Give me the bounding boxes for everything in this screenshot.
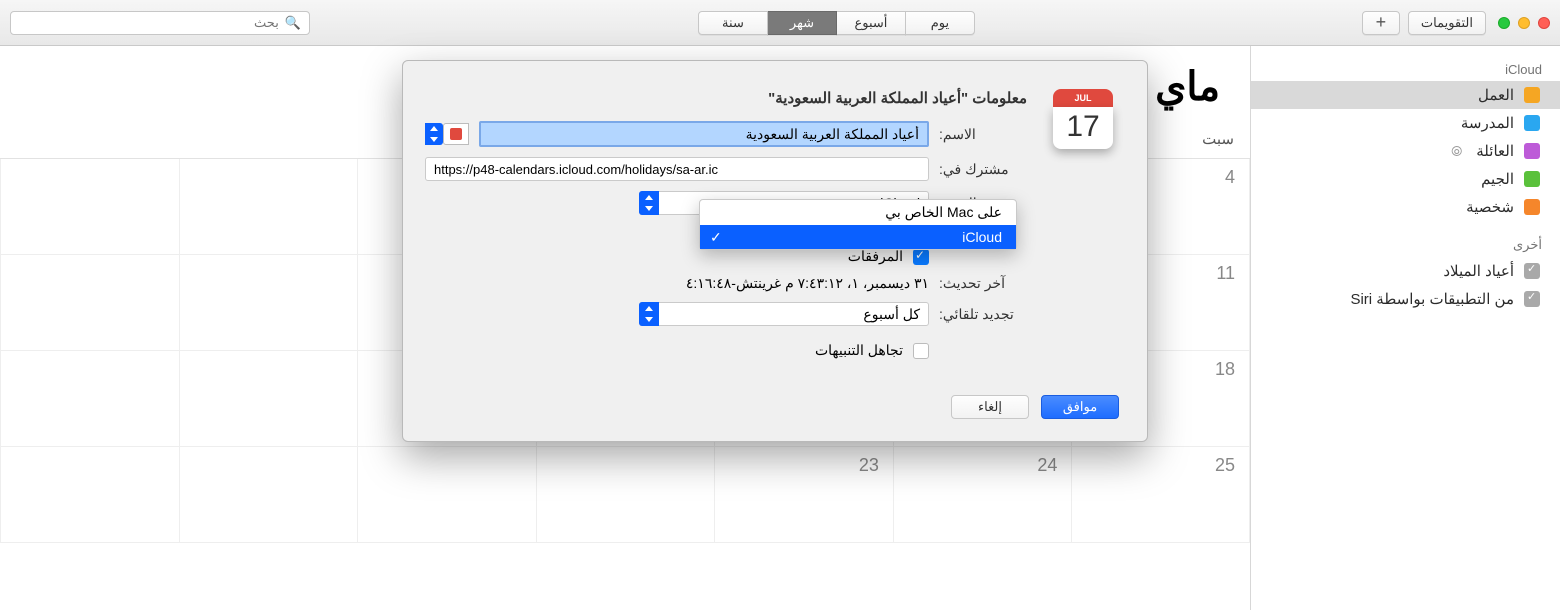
color-picker[interactable] xyxy=(443,123,469,145)
calendar-icon-day: 17 xyxy=(1053,107,1113,149)
remove-attachments-checkbox[interactable] xyxy=(913,249,929,265)
lastupdated-value: ٣١ ديسمبر، ١، ٧:٤٣:١٢ م غرينتش-٤:١٦:٤٨ xyxy=(686,275,929,292)
sidebar-item-label: الجيم xyxy=(1481,170,1514,188)
color-swatch-icon xyxy=(450,128,462,140)
day-cell[interactable] xyxy=(536,447,715,543)
location-option-mac[interactable]: على Mac الخاص بي xyxy=(700,200,1016,225)
view-month[interactable]: شهر xyxy=(767,11,837,35)
day-cell[interactable] xyxy=(357,447,536,543)
name-label: الاسم: xyxy=(939,126,1027,143)
sidebar-item-school[interactable]: المدرسة xyxy=(1251,109,1560,137)
sidebar-item-gym[interactable]: الجيم xyxy=(1251,165,1560,193)
calendar-icon-month: JUL xyxy=(1053,89,1113,107)
view-year[interactable]: سنة xyxy=(698,11,768,35)
sidebar: iCloud العمل المدرسة العائلة ⦾ الجيم شخصي… xyxy=(1250,46,1560,610)
calendar-app-icon: JUL 17 xyxy=(1047,83,1119,155)
ok-button[interactable]: موافق xyxy=(1041,395,1119,419)
lastupdated-label: آخر تحديث: xyxy=(939,275,1027,292)
color-stepper[interactable] xyxy=(425,123,443,145)
name-input[interactable] xyxy=(479,121,929,147)
sidebar-item-label: المدرسة xyxy=(1461,114,1514,132)
day-cell[interactable] xyxy=(179,255,358,351)
calendar-info-popover: JUL 17 معلومات "أعياد المملكة العربية ال… xyxy=(402,60,1148,442)
day-cell[interactable] xyxy=(179,351,358,447)
sidebar-item-label: من التطبيقات بواسطة Siri xyxy=(1350,290,1514,308)
sidebar-item-work[interactable]: العمل xyxy=(1251,81,1560,109)
autorefresh-select[interactable]: كل أسبوع xyxy=(639,302,929,326)
calendar-color-icon[interactable] xyxy=(1524,87,1540,103)
day-cell[interactable] xyxy=(0,159,179,255)
sidebar-group-icloud: iCloud xyxy=(1251,56,1560,81)
day-cell[interactable] xyxy=(0,255,179,351)
subscribed-label: مشترك في: xyxy=(939,161,1027,178)
modal-title: معلومات "أعياد المملكة العربية السعودية" xyxy=(425,89,1027,107)
sidebar-item-label: شخصية xyxy=(1466,198,1514,216)
autorefresh-value: كل أسبوع xyxy=(863,306,920,323)
add-button[interactable]: + xyxy=(1362,11,1400,35)
search-field[interactable]: 🔍 xyxy=(10,11,310,35)
zoom-window[interactable] xyxy=(1498,17,1510,29)
month-title: ماي xyxy=(1155,64,1220,110)
calendars-button[interactable]: التقويمات xyxy=(1408,11,1486,35)
autorefresh-label: تجديد تلقائي: xyxy=(939,306,1027,323)
day-cell[interactable] xyxy=(0,447,179,543)
day-cell[interactable]: 23 xyxy=(714,447,893,543)
day-cell[interactable] xyxy=(179,447,358,543)
search-input[interactable] xyxy=(19,15,279,30)
calendar-checkbox[interactable] xyxy=(1524,263,1540,279)
location-dropdown: على Mac الخاص بي iCloud xyxy=(699,199,1017,250)
shared-icon: ⦾ xyxy=(1451,143,1466,160)
sidebar-item-birthdays[interactable]: أعياد الميلاد xyxy=(1251,257,1560,285)
calendar-color-icon[interactable] xyxy=(1524,171,1540,187)
calendar-color-icon[interactable] xyxy=(1524,199,1540,215)
plus-icon: + xyxy=(1376,12,1387,33)
week-row: 252423 xyxy=(0,447,1250,543)
view-week[interactable]: أسبوع xyxy=(836,11,906,35)
window-controls xyxy=(1498,17,1550,29)
subscribed-url-input[interactable] xyxy=(425,157,929,181)
sidebar-item-label: أعياد الميلاد xyxy=(1443,262,1514,280)
ignore-alerts-label: تجاهل التنبيهات xyxy=(815,342,903,359)
remove-attachments-label: المرفقات xyxy=(848,248,903,265)
toolbar: التقويمات + يوم أسبوع شهر سنة 🔍 xyxy=(0,0,1560,46)
minimize-window[interactable] xyxy=(1518,17,1530,29)
select-arrows-icon xyxy=(639,302,659,326)
cancel-button[interactable]: إلغاء xyxy=(951,395,1029,419)
sidebar-item-siri[interactable]: من التطبيقات بواسطة Siri xyxy=(1251,285,1560,313)
search-icon: 🔍 xyxy=(285,15,301,31)
view-day[interactable]: يوم xyxy=(905,11,975,35)
sidebar-item-family[interactable]: العائلة ⦾ xyxy=(1251,137,1560,165)
view-segmented: يوم أسبوع شهر سنة xyxy=(698,11,974,35)
calendar-color-icon[interactable] xyxy=(1524,143,1540,159)
ignore-alerts-checkbox[interactable] xyxy=(913,343,929,359)
day-cell[interactable]: 25 xyxy=(1071,447,1250,543)
sidebar-item-label: العائلة xyxy=(1476,142,1514,160)
sidebar-item-personal[interactable]: شخصية xyxy=(1251,193,1560,221)
day-cell[interactable] xyxy=(0,351,179,447)
select-arrows-icon xyxy=(639,191,659,215)
calendar-checkbox[interactable] xyxy=(1524,291,1540,307)
day-cell[interactable] xyxy=(179,159,358,255)
calendar-color-icon[interactable] xyxy=(1524,115,1540,131)
close-window[interactable] xyxy=(1538,17,1550,29)
day-cell[interactable]: 24 xyxy=(893,447,1072,543)
sidebar-group-other: أخرى xyxy=(1251,231,1560,257)
location-option-icloud[interactable]: iCloud xyxy=(700,225,1016,249)
sidebar-item-label: العمل xyxy=(1478,86,1514,104)
